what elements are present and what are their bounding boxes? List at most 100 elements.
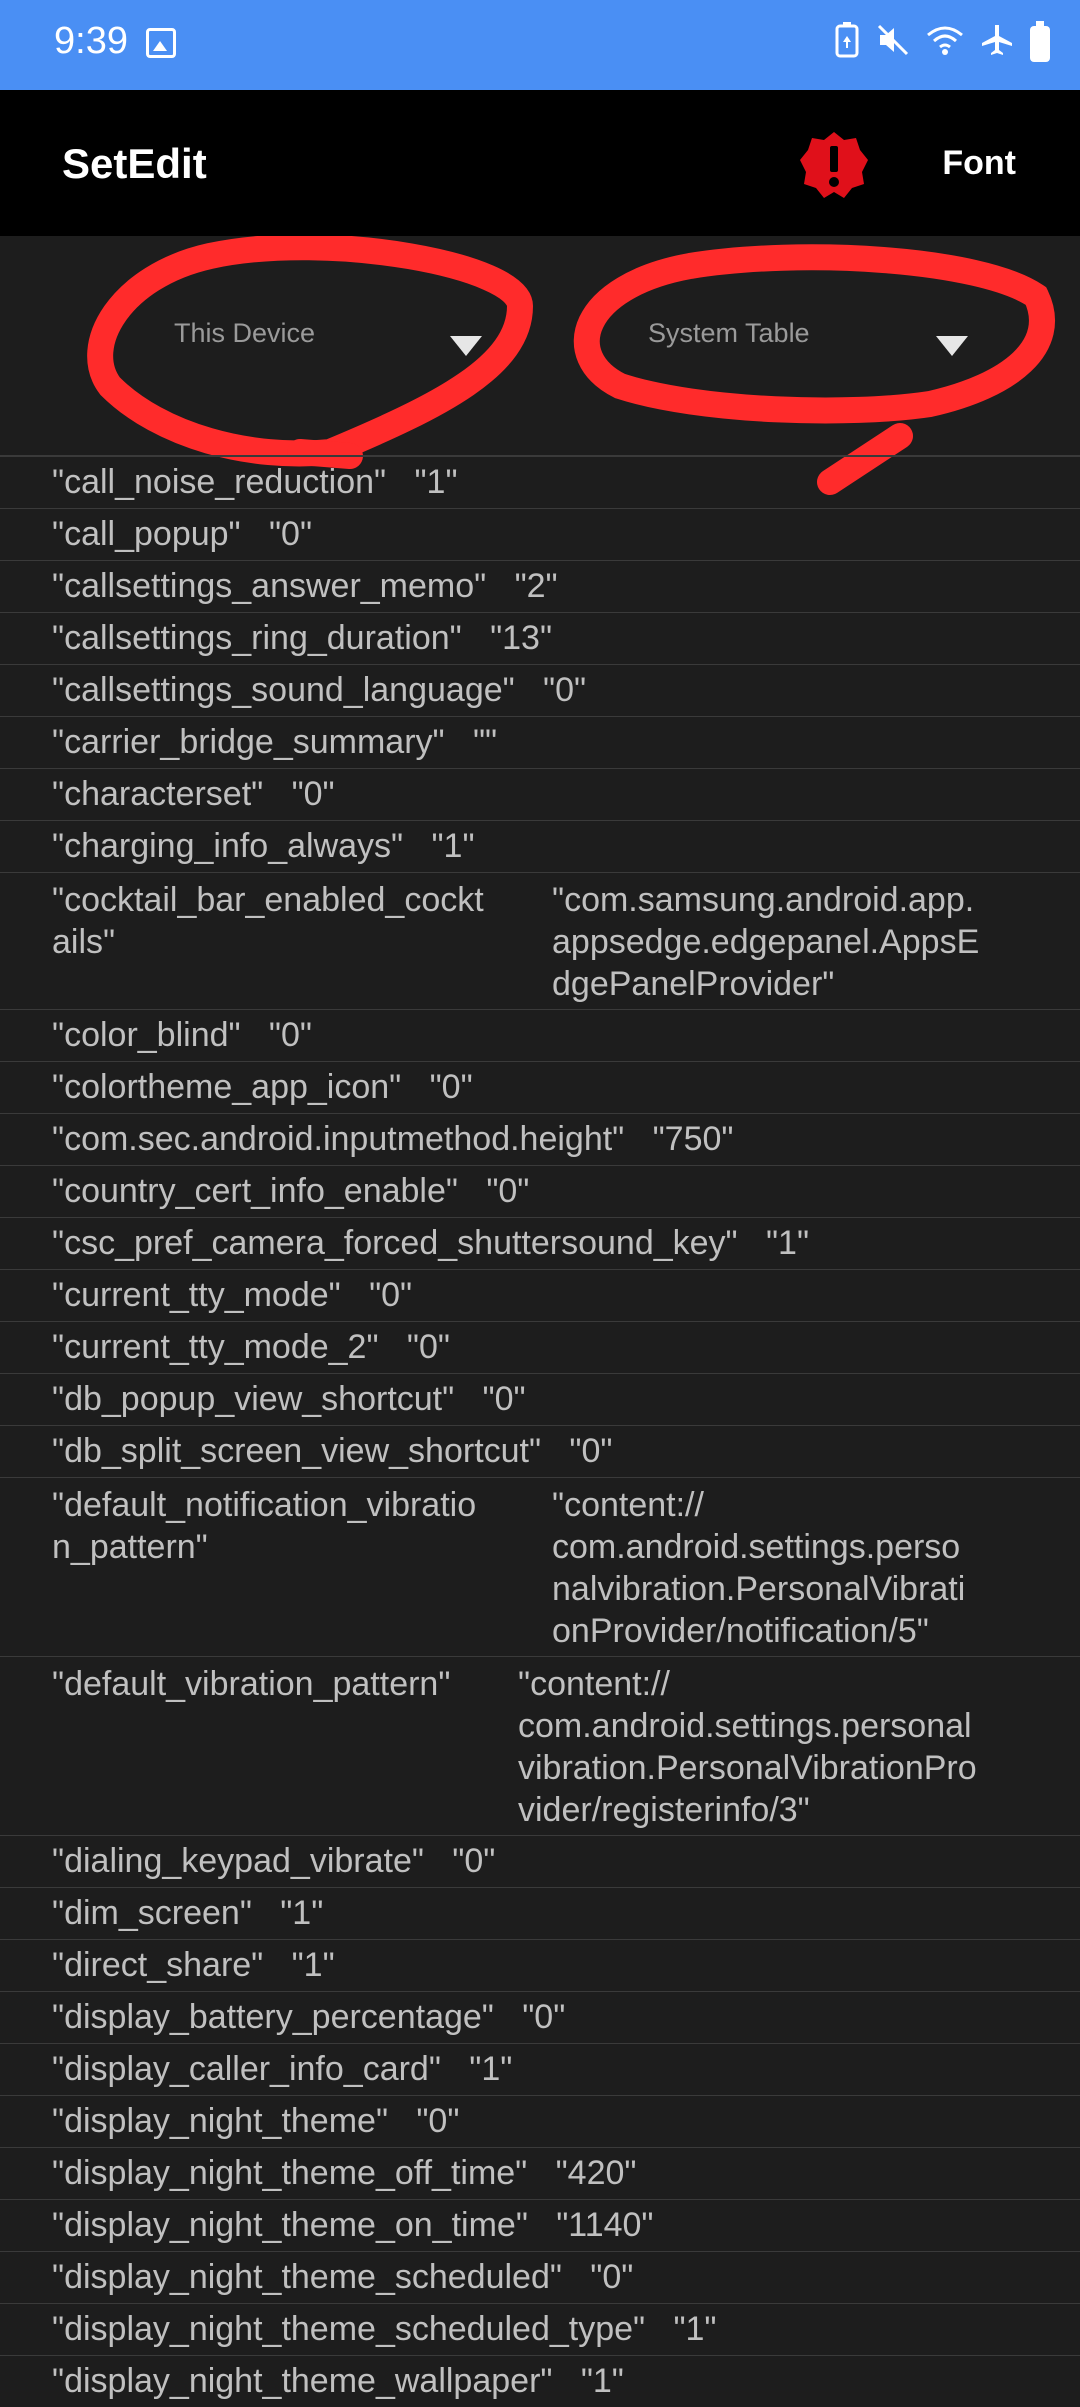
setting-row[interactable]: "default_notification_vibratio n_pattern… xyxy=(0,1477,1080,1656)
setting-key: "characterset" xyxy=(52,775,264,813)
setting-value: "0" xyxy=(452,1842,496,1880)
setting-key: "current_tty_mode_2" xyxy=(52,1328,379,1366)
setting-row[interactable]: "display_night_theme_off_time" "420" xyxy=(0,2147,1080,2199)
device-spinner[interactable]: This Device xyxy=(174,318,488,370)
setting-value: "1" xyxy=(765,1224,810,1262)
setting-value: "1" xyxy=(580,2362,624,2400)
setting-key: "dim_screen" xyxy=(52,1894,252,1932)
setting-value: "420" xyxy=(555,2154,637,2192)
setting-key: "direct_share" xyxy=(52,1946,264,1984)
setting-key: "colortheme_app_icon" xyxy=(52,1068,402,1106)
setting-row[interactable]: "display_night_theme_scheduled_type" "1" xyxy=(0,2303,1080,2355)
setting-key: "com.sec.android.inputmethod.height" xyxy=(52,1120,625,1158)
battery-icon xyxy=(1030,21,1050,62)
setting-key: "db_popup_view_shortcut" xyxy=(52,1380,455,1418)
table-spinner[interactable]: System Table xyxy=(648,318,978,370)
setting-value: "0" xyxy=(569,1432,613,1470)
setting-value: "0" xyxy=(482,1380,526,1418)
mute-icon xyxy=(876,23,910,66)
setting-key: "call_popup" xyxy=(52,515,241,553)
setting-value: "0" xyxy=(406,1328,450,1366)
setting-row[interactable]: "display_night_theme_wallpaper" "1" xyxy=(0,2355,1080,2407)
alert-icon[interactable] xyxy=(798,130,870,202)
setting-key: "country_cert_info_enable" xyxy=(52,1172,458,1210)
setting-value: "2" xyxy=(514,567,558,605)
setting-value: "1140" xyxy=(556,2206,654,2244)
status-bar: 9:39 xyxy=(0,0,1080,90)
setting-row[interactable]: "display_night_theme_scheduled" "0" xyxy=(0,2251,1080,2303)
setting-row[interactable]: "com.sec.android.inputmethod.height" "75… xyxy=(0,1113,1080,1165)
wifi-icon xyxy=(926,23,964,66)
setting-row[interactable]: "direct_share" "1" xyxy=(0,1939,1080,1991)
setting-value: "0" xyxy=(369,1276,413,1314)
setting-row[interactable]: "country_cert_info_enable" "0" xyxy=(0,1165,1080,1217)
setting-key: "csc_pref_camera_forced_shuttersound_key… xyxy=(52,1224,738,1262)
setting-value: "1" xyxy=(291,1946,335,1984)
setting-row[interactable]: "current_tty_mode" "0" xyxy=(0,1269,1080,1321)
setting-row[interactable]: "callsettings_answer_memo" "2" xyxy=(0,560,1080,612)
setting-row[interactable]: "dim_screen" "1" xyxy=(0,1887,1080,1939)
setting-value: "1" xyxy=(431,827,475,865)
setting-row[interactable]: "default_vibration_pattern" "content:// c… xyxy=(0,1656,1080,1835)
setting-value: "0" xyxy=(268,1016,312,1054)
setting-row[interactable]: "dialing_keypad_vibrate" "0" xyxy=(0,1835,1080,1887)
font-button[interactable]: Font xyxy=(942,144,1016,183)
setting-key: "display_night_theme_scheduled" xyxy=(52,2258,562,2296)
setting-row[interactable]: "current_tty_mode_2" "0" xyxy=(0,1321,1080,1373)
setting-value: "0" xyxy=(543,671,587,709)
setting-row[interactable]: "display_caller_info_card" "1" xyxy=(0,2043,1080,2095)
setting-key: "callsettings_answer_memo" xyxy=(52,567,487,605)
setting-key: "carrier_bridge_summary" xyxy=(52,723,445,761)
setting-key: "default_vibration_pattern" xyxy=(52,1665,451,1703)
setting-row[interactable]: "display_battery_percentage" "0" xyxy=(0,1991,1080,2043)
setting-row[interactable]: "charging_info_always" "1" xyxy=(0,820,1080,872)
setting-key: "cocktail_bar_enabled_cockt ails" xyxy=(52,881,484,961)
setting-key: "db_split_screen_view_shortcut" xyxy=(52,1432,542,1470)
setting-value: "1" xyxy=(673,2310,717,2348)
setting-value: "750" xyxy=(652,1120,734,1158)
setting-value: "0" xyxy=(486,1172,530,1210)
setting-key: "display_night_theme_wallpaper" xyxy=(52,2362,553,2400)
setting-row[interactable]: "color_blind" "0" xyxy=(0,1009,1080,1061)
setting-key: "display_night_theme_scheduled_type" xyxy=(52,2310,646,2348)
setting-key: "callsettings_sound_language" xyxy=(52,671,515,709)
setting-row[interactable]: "characterset" "0" xyxy=(0,768,1080,820)
setting-key: "display_caller_info_card" xyxy=(52,2050,441,2088)
setting-key: "default_notification_vibratio n_pattern… xyxy=(52,1486,477,1566)
table-spinner-label: System Table xyxy=(648,318,810,348)
app-bar: SetEdit Font xyxy=(0,90,1080,236)
airplane-icon xyxy=(980,23,1014,66)
setting-row[interactable]: "carrier_bridge_summary" "" xyxy=(0,716,1080,768)
setting-value: "com.samsung.android.app. appsedge.edgep… xyxy=(552,881,980,1003)
setting-value: "1" xyxy=(280,1894,324,1932)
setting-key: "display_night_theme_off_time" xyxy=(52,2154,528,2192)
setting-key: "color_blind" xyxy=(52,1016,241,1054)
battery-saver-icon xyxy=(834,21,860,67)
setting-value: "0" xyxy=(416,2102,460,2140)
status-icons xyxy=(834,21,1050,67)
setting-row[interactable]: "call_noise_reduction" "1" xyxy=(0,455,1080,508)
setting-row[interactable]: "db_split_screen_view_shortcut" "0" xyxy=(0,1425,1080,1477)
setting-value: "0" xyxy=(590,2258,634,2296)
setting-value: "content:// com.android.settings.persona… xyxy=(518,1665,977,1829)
setting-row[interactable]: "display_night_theme_on_time" "1140" xyxy=(0,2199,1080,2251)
setting-row[interactable]: "csc_pref_camera_forced_shuttersound_key… xyxy=(0,1217,1080,1269)
setting-row[interactable]: "callsettings_sound_language" "0" xyxy=(0,664,1080,716)
setting-key: "display_battery_percentage" xyxy=(52,1998,494,2036)
dropdown-arrow-icon xyxy=(450,336,482,356)
setting-value: "0" xyxy=(291,775,335,813)
setting-value: "0" xyxy=(268,515,313,553)
status-time: 9:39 xyxy=(54,20,128,62)
setting-row[interactable]: "callsettings_ring_duration" "13" xyxy=(0,612,1080,664)
setting-row[interactable]: "db_popup_view_shortcut" "0" xyxy=(0,1373,1080,1425)
setting-key: "display_night_theme_on_time" xyxy=(52,2206,528,2244)
setting-value: "1" xyxy=(414,463,458,501)
setting-value: "0" xyxy=(522,1998,566,2036)
setting-row[interactable]: "colortheme_app_icon" "0" xyxy=(0,1061,1080,1113)
setting-value: "0" xyxy=(429,1068,473,1106)
setting-key: "charging_info_always" xyxy=(52,827,404,865)
setting-value: "" xyxy=(472,723,498,761)
setting-row[interactable]: "call_popup" "0" xyxy=(0,508,1080,560)
setting-row[interactable]: "display_night_theme" "0" xyxy=(0,2095,1080,2147)
setting-row[interactable]: "cocktail_bar_enabled_cockt ails" "com.sa… xyxy=(0,872,1080,1009)
